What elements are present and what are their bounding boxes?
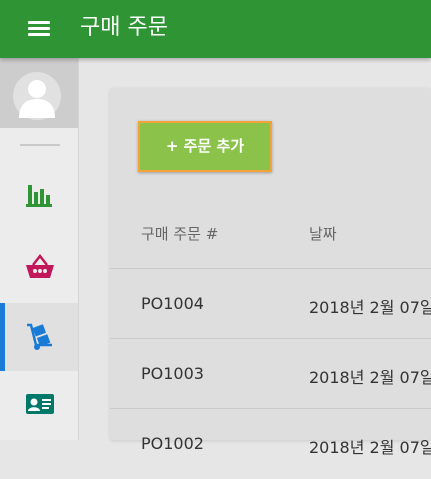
hamburger-menu-icon[interactable] — [18, 16, 56, 42]
sidebar-item-purchasing[interactable] — [0, 303, 78, 371]
sidebar-item-sales[interactable] — [0, 234, 78, 302]
table-row[interactable]: PO1004 2018년 2월 07일 — [110, 269, 431, 339]
order-date-cell: 2018년 2월 07일 — [309, 368, 431, 387]
order-number-cell: PO1004 — [141, 294, 204, 313]
table-row[interactable]: PO1003 2018년 2월 07일 — [110, 339, 431, 409]
basket-icon — [26, 254, 54, 278]
sidebar-divider — [20, 144, 60, 146]
add-order-button[interactable]: + 주문 추가 — [138, 121, 272, 172]
order-number-cell: PO1003 — [141, 364, 204, 383]
order-date-cell: 2018년 2월 07일 — [309, 438, 431, 457]
page-title: 구매 주문 — [80, 15, 168, 40]
sidebar-item-reports[interactable] — [0, 162, 78, 230]
user-icon — [19, 80, 55, 118]
column-header-date[interactable]: 날짜 — [309, 223, 337, 244]
contact-card-icon — [26, 394, 54, 414]
order-date-cell: 2018년 2월 07일 — [309, 298, 431, 317]
sidebar — [0, 58, 79, 440]
column-header-order-no[interactable]: 구매 주문 # — [141, 223, 218, 244]
bar-chart-icon — [26, 185, 52, 207]
hand-truck-icon — [27, 323, 52, 350]
avatar[interactable] — [0, 58, 78, 128]
app-bar: 구매 주문 — [0, 0, 431, 58]
order-number-cell: PO1002 — [141, 434, 204, 453]
sidebar-item-contacts[interactable] — [0, 372, 78, 440]
table-row[interactable]: PO1002 2018년 2월 07일 — [110, 409, 431, 479]
